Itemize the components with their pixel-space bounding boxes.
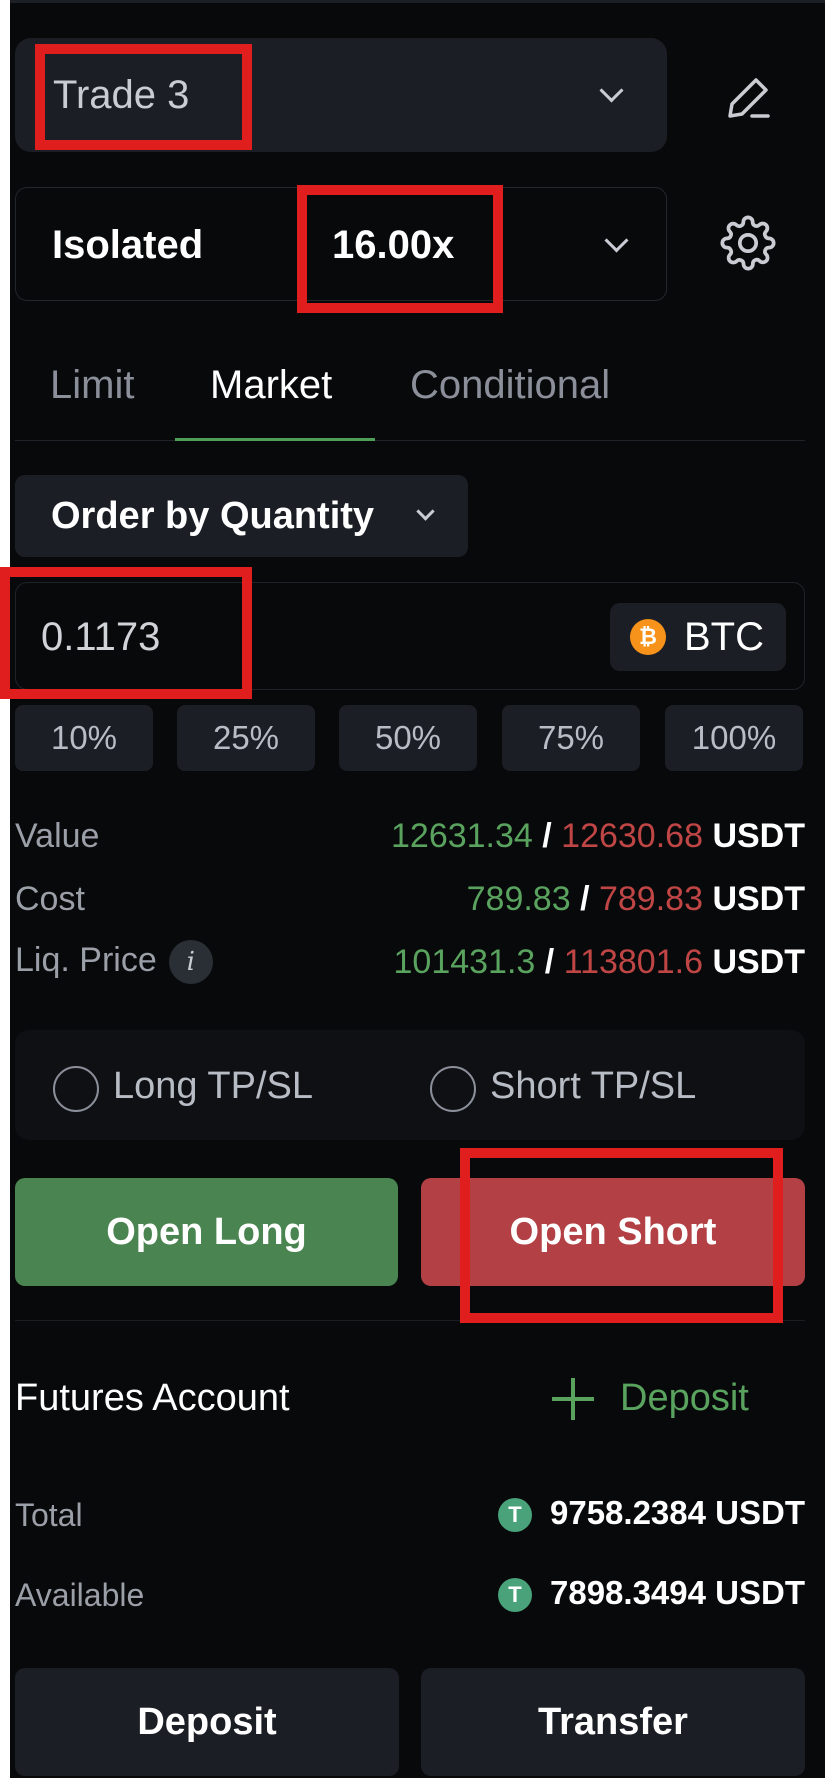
coin-selector[interactable]: ₿ BTC (610, 603, 786, 671)
cost-separator: / (580, 880, 590, 918)
order-type-label: Order by Quantity (51, 495, 375, 537)
top-divider (10, 0, 825, 3)
cost-long: 789.83 (466, 880, 571, 918)
value-label: Value (15, 817, 100, 855)
margin-mode: Isolated (52, 223, 204, 267)
short-tpsl-radio[interactable] (430, 1066, 476, 1112)
edit-button[interactable] (705, 55, 790, 140)
order-tabs: Limit Market Conditional (15, 345, 805, 441)
gear-icon (720, 215, 775, 270)
liq-unit: USDT (712, 943, 805, 981)
percent-100-button[interactable]: 100% (665, 705, 803, 771)
margin-leverage-select[interactable]: Isolated 16.00x (15, 187, 667, 301)
short-tpsl-label[interactable]: Short TP/SL (490, 1050, 696, 1122)
chevron-down-icon (604, 228, 629, 253)
tether-icon: T (498, 1578, 532, 1613)
info-icon[interactable]: i (168, 940, 213, 984)
section-divider (15, 1320, 805, 1321)
cost-label: Cost (15, 880, 85, 918)
percent-75-button[interactable]: 75% (502, 705, 640, 771)
bitcoin-icon: ₿ (630, 619, 666, 655)
value-separator: / (542, 817, 552, 855)
tab-limit[interactable]: Limit (50, 345, 134, 425)
open-long-button[interactable]: Open Long (15, 1178, 398, 1286)
cost-amounts: 789.83 / 789.83 USDT (467, 880, 805, 919)
quantity-input[interactable]: 0.1173 ₿ BTC (15, 582, 805, 690)
long-tpsl-label[interactable]: Long TP/SL (113, 1050, 313, 1122)
open-short-button[interactable]: Open Short (421, 1178, 805, 1286)
total-label: Total (15, 1497, 83, 1533)
order-type-select[interactable]: Order by Quantity (15, 475, 468, 557)
liq-long: 101431.3 (393, 943, 536, 981)
window-edge (0, 0, 10, 1778)
chevron-down-icon (416, 502, 435, 521)
available-balance: T 7898.3494 USDT (498, 1574, 805, 1613)
tab-market[interactable]: Market (210, 345, 332, 425)
liq-short: 113801.6 (563, 943, 703, 981)
liq-price-amounts: 101431.3 / 113801.6 USDT (394, 943, 805, 982)
deposit-link-label: Deposit (620, 1377, 749, 1419)
tab-conditional[interactable]: Conditional (410, 345, 610, 425)
cost-unit: USDT (712, 880, 805, 918)
cost-short: 789.83 (598, 880, 703, 918)
liq-price-label: Liq. Price (15, 940, 157, 979)
futures-account-title: Futures Account (15, 1377, 290, 1419)
percent-10-button[interactable]: 10% (15, 705, 153, 771)
value-short: 12630.68 (561, 817, 703, 855)
liq-separator: / (544, 943, 555, 981)
value-long: 12631.34 (391, 817, 533, 855)
coin-label: BTC (684, 615, 764, 659)
available-label: Available (15, 1577, 145, 1613)
available-value: 7898.3494 USDT (550, 1574, 805, 1611)
liq-price-row-label: Liq. Price i (15, 940, 213, 984)
long-tpsl-radio[interactable] (53, 1066, 99, 1112)
transfer-button[interactable]: Transfer (421, 1668, 805, 1776)
quantity-value: 0.1173 (41, 615, 161, 659)
total-balance: T 9758.2384 USDT (498, 1494, 805, 1533)
value-amounts: 12631.34 / 12630.68 USDT (391, 817, 805, 856)
plus-icon (552, 1378, 594, 1420)
percent-50-button[interactable]: 50% (339, 705, 477, 771)
leverage-value: 16.00x (332, 223, 455, 267)
account-select[interactable]: Trade 3 (15, 38, 667, 152)
settings-button[interactable] (705, 200, 790, 285)
deposit-button[interactable]: Deposit (15, 1668, 399, 1776)
tether-icon: T (498, 1498, 532, 1533)
pencil-icon (727, 77, 770, 118)
total-value: 9758.2384 USDT (550, 1494, 805, 1531)
active-tab-underline (175, 438, 375, 441)
account-select-value: Trade 3 (53, 73, 190, 117)
percent-25-button[interactable]: 25% (177, 705, 315, 771)
chevron-down-icon (599, 78, 624, 103)
value-unit: USDT (712, 817, 805, 855)
